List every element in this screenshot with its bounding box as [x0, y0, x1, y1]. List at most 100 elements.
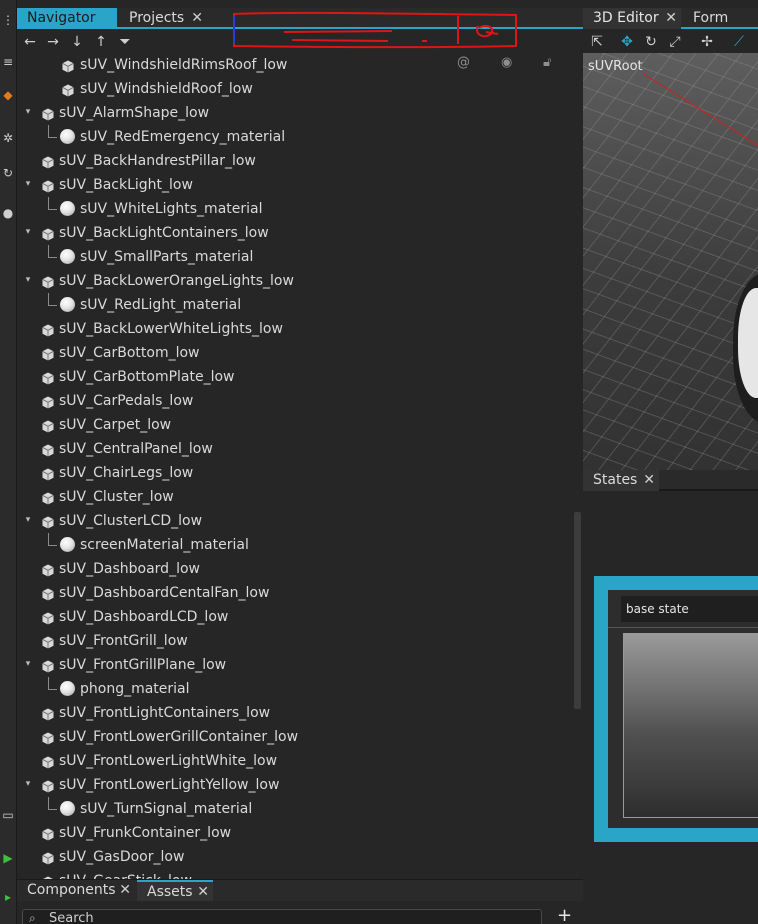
state-card[interactable]: base state: [594, 576, 758, 842]
tree-node-row[interactable]: sUV_CarBottom_low: [17, 341, 573, 365]
tree-material-row[interactable]: sUV_WhiteLights_material: [17, 197, 573, 221]
tree-branch-line: [48, 677, 57, 690]
search-icon: ⌕: [29, 911, 36, 924]
tree-node-row[interactable]: sUV_FrontLightContainers_low: [17, 701, 573, 725]
tree-node-row[interactable]: ▾ sUV_FrontLowerLightYellow_low: [17, 773, 573, 797]
tree-item-label: sUV_BackLight_low: [59, 177, 193, 193]
tree-node-row[interactable]: sUV_Cluster_low: [17, 485, 573, 509]
search-input[interactable]: ⌕ Search: [22, 909, 542, 924]
state-name-field[interactable]: base state: [621, 596, 758, 622]
node-icon: [42, 274, 54, 289]
tree-node-row[interactable]: sUV_FrunkContainer_low: [17, 821, 573, 845]
editor-tabbar: 3D Editor ✕ Form Editor: [583, 8, 758, 47]
tree-node-row[interactable]: sUV_ChairLegs_low: [17, 461, 573, 485]
states-tabbar: States ✕: [583, 470, 758, 491]
tree-node-row[interactable]: sUV_BackHandrestPillar_low: [17, 149, 573, 173]
list-icon[interactable]: ≡: [1, 55, 15, 69]
tree-node-row[interactable]: sUV_GasDoor_low: [17, 845, 573, 869]
tab-navigator[interactable]: Navigator: [17, 8, 117, 29]
tree-node-row[interactable]: sUV_CentralPanel_low: [17, 437, 573, 461]
snap-icon[interactable]: ⟋: [731, 33, 747, 51]
collapse-arrow-icon[interactable]: ▾: [23, 515, 33, 525]
tree-node-row[interactable]: sUV_GearStick_low: [17, 869, 573, 879]
refresh-icon[interactable]: ↻: [1, 166, 15, 180]
tree-node-row[interactable]: sUV_FrontLowerLightWhite_low: [17, 749, 573, 773]
states-panel: base state: [583, 491, 758, 924]
scale-icon[interactable]: ⤢: [667, 33, 683, 51]
tree-node-row[interactable]: ▾ sUV_BackLightContainers_low: [17, 221, 573, 245]
arrow-right-icon[interactable]: →: [45, 33, 61, 51]
tree-material-row[interactable]: sUV_RedEmergency_material: [17, 125, 573, 149]
tab-states[interactable]: States ✕: [583, 470, 659, 491]
tab-form-editor[interactable]: Form Editor: [683, 8, 758, 47]
help-icon[interactable]: ●: [1, 206, 15, 220]
tab-projects[interactable]: Projects ✕: [119, 8, 207, 29]
tree-scrollbar[interactable]: [573, 53, 583, 879]
tab-components[interactable]: Components ✕: [17, 880, 135, 901]
component-icon[interactable]: ◆: [1, 88, 15, 102]
grip-icon[interactable]: ⋮: [1, 13, 15, 27]
rotate-icon[interactable]: ↻: [643, 33, 659, 51]
arrow-left-icon[interactable]: ←: [22, 33, 38, 51]
tree-node-row[interactable]: ▾ sUV_AlarmShape_low: [17, 101, 573, 125]
tree-material-row[interactable]: sUV_SmallParts_material: [17, 245, 573, 269]
play-debug-icon[interactable]: ▸: [1, 890, 15, 904]
tab-assets[interactable]: Assets ✕: [137, 880, 213, 901]
collapse-arrow-icon[interactable]: ▾: [23, 107, 33, 117]
tree-node-row[interactable]: ▾ sUV_ClusterLCD_low: [17, 509, 573, 533]
collapse-arrow-icon[interactable]: ▾: [23, 779, 33, 789]
tree-node-row[interactable]: sUV_FrontLowerGrillContainer_low: [17, 725, 573, 749]
tree-node-row[interactable]: sUV_WindshieldRimsRoof_low @ ◉ 🔓︎: [17, 53, 573, 77]
tree-material-row[interactable]: screenMaterial_material: [17, 533, 573, 557]
collapse-arrow-icon[interactable]: ▾: [23, 659, 33, 669]
node-icon: [42, 850, 54, 865]
tree-item-label: sUV_FrontGrill_low: [59, 633, 188, 649]
tab-label: Navigator: [27, 10, 96, 26]
close-icon[interactable]: ✕: [197, 882, 209, 903]
lock-icon[interactable]: 🔓︎: [543, 55, 551, 70]
close-icon[interactable]: ✕: [665, 8, 677, 29]
tree-node-row[interactable]: ▾ sUV_BackLowerOrangeLights_low: [17, 269, 573, 293]
tree-node-row[interactable]: sUV_DashboardCentalFan_low: [17, 581, 573, 605]
tree-scrollbar-thumb[interactable]: [574, 512, 581, 709]
tree-node-row[interactable]: sUV_WindshieldRoof_low: [17, 77, 573, 101]
close-icon[interactable]: ✕: [119, 880, 131, 901]
tree-material-row[interactable]: sUV_RedLight_material: [17, 293, 573, 317]
close-icon[interactable]: ✕: [643, 470, 655, 491]
device-icon[interactable]: ▭: [1, 808, 15, 822]
tree-branch-line: [48, 797, 57, 810]
tree-node-row[interactable]: ▾ sUV_FrontGrillPlane_low: [17, 653, 573, 677]
collapse-arrow-icon[interactable]: ▾: [23, 227, 33, 237]
tree-node-row[interactable]: sUV_BackLowerWhiteLights_low: [17, 317, 573, 341]
tree-node-row[interactable]: sUV_CarPedals_low: [17, 389, 573, 413]
add-button[interactable]: +: [557, 905, 572, 924]
arrow-up-icon[interactable]: ↑: [93, 33, 109, 51]
tree-node-row[interactable]: sUV_DashboardLCD_low: [17, 605, 573, 629]
close-icon[interactable]: ✕: [191, 8, 203, 29]
tree-node-row[interactable]: sUV_Dashboard_low: [17, 557, 573, 581]
tree-item-label: sUV_Dashboard_low: [59, 561, 200, 577]
collapse-arrow-icon[interactable]: ▾: [23, 275, 33, 285]
export-icon[interactable]: @: [457, 55, 470, 70]
tree-material-row[interactable]: phong_material: [17, 677, 573, 701]
bottom-tabbar: Components ✕ Assets ✕: [17, 879, 583, 901]
tab-label: 3D Editor: [593, 10, 659, 26]
fit-icon[interactable]: ✢: [699, 33, 715, 51]
move-icon[interactable]: ✥: [619, 33, 635, 51]
tree-material-row[interactable]: sUV_TurnSignal_material: [17, 797, 573, 821]
tab-3d-editor[interactable]: 3D Editor ✕: [583, 8, 681, 29]
select-icon[interactable]: ⇱: [589, 33, 605, 51]
tree-node-row[interactable]: sUV_FrontGrill_low: [17, 629, 573, 653]
node-icon: [62, 58, 74, 73]
tree-item-label: sUV_FrontLightContainers_low: [59, 705, 271, 721]
tree-node-row[interactable]: sUV_CarBottomPlate_low: [17, 365, 573, 389]
visibility-icon[interactable]: ◉: [501, 55, 512, 70]
collapse-arrow-icon[interactable]: ▾: [23, 179, 33, 189]
filter-icon[interactable]: ⏷: [117, 33, 133, 51]
arrow-down-icon[interactable]: ↓: [69, 33, 85, 51]
tree-node-row[interactable]: sUV_Carpet_low: [17, 413, 573, 437]
3d-viewport[interactable]: sUVRoot: [583, 53, 758, 470]
tree-node-row[interactable]: ▾ sUV_BackLight_low: [17, 173, 573, 197]
play-icon[interactable]: ▶: [1, 851, 15, 865]
gear-icon[interactable]: ✲: [1, 131, 15, 145]
